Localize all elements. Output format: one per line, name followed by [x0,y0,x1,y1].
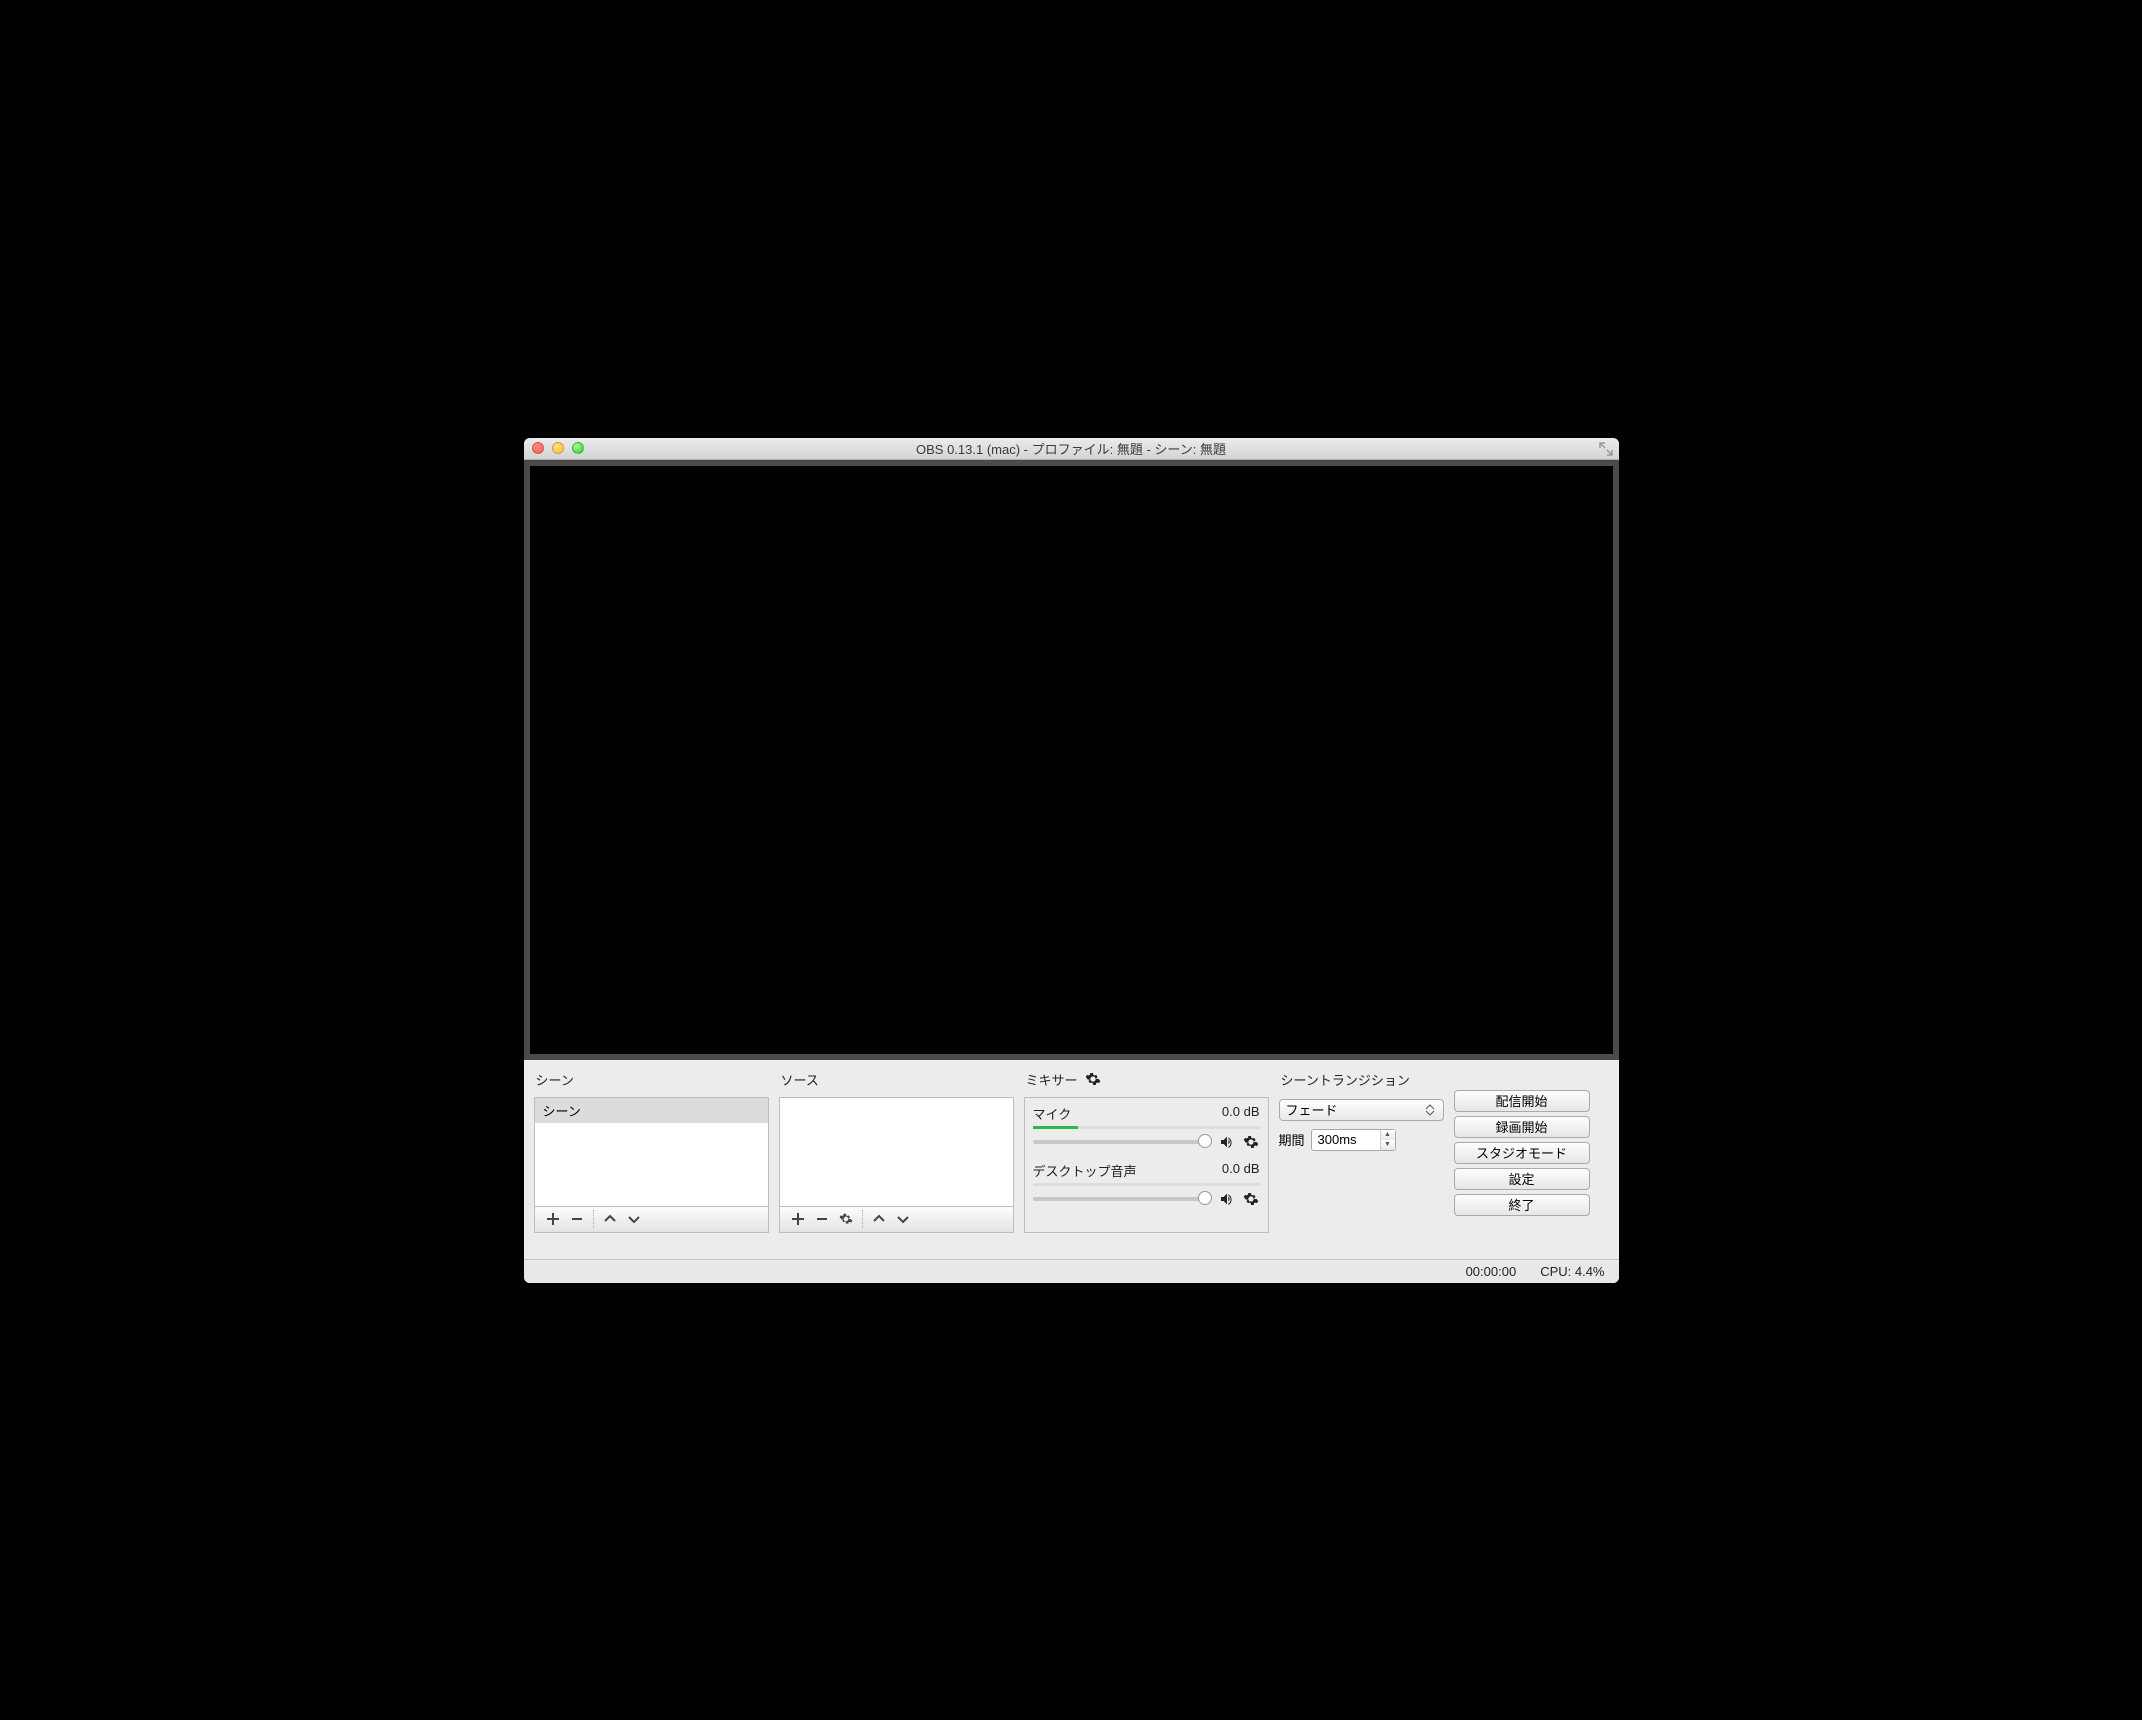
start-recording-button[interactable]: 録画開始 [1454,1116,1590,1138]
settings-button[interactable]: 設定 [1454,1168,1590,1190]
desktop-mute-icon[interactable] [1218,1190,1236,1208]
app-window: OBS 0.13.1 (mac) - プロファイル: 無題 - シーン: 無題 … [524,438,1619,1283]
zoom-window-button[interactable] [572,442,584,454]
statusbar: 00:00:00 CPU: 4.4% [524,1259,1619,1283]
duration-input[interactable] [1312,1132,1380,1147]
scenes-toolbar [534,1207,769,1233]
spin-down-button[interactable]: ▼ [1381,1140,1395,1150]
desktop-settings-icon[interactable] [1242,1190,1260,1208]
preview-canvas[interactable] [530,466,1613,1054]
desktop-volume-slider[interactable] [1033,1197,1212,1201]
mixer-header: ミキサー [1024,1066,1269,1097]
mic-volume-slider[interactable] [1033,1140,1212,1144]
duration-spinbox[interactable]: ▲ ▼ [1311,1129,1396,1151]
mic-meter [1033,1126,1260,1129]
window-title: OBS 0.13.1 (mac) - プロファイル: 無題 - シーン: 無題 [524,439,1619,458]
list-item[interactable]: シーン [535,1098,768,1123]
transitions-header: シーントランジション [1279,1066,1444,1097]
mic-settings-icon[interactable] [1242,1133,1260,1151]
sources-toolbar [779,1207,1014,1233]
mixer-channel-desktop: デスクトップ音声 0.0 dB [1033,1161,1260,1208]
close-window-button[interactable] [532,442,544,454]
remove-source-button[interactable] [810,1207,834,1231]
controls-panel: 配信開始 録画開始 スタジオモード 設定 終了 [1454,1066,1609,1255]
mixer-settings-icon[interactable] [1084,1070,1102,1088]
source-properties-button[interactable] [834,1207,858,1231]
mic-mute-icon[interactable] [1218,1133,1236,1151]
spin-up-button[interactable]: ▲ [1381,1130,1395,1140]
move-source-down-button[interactable] [891,1207,915,1231]
transitions-panel: シーントランジション フェード 期間 [1279,1066,1444,1255]
mixer-channel-name: マイク [1033,1104,1072,1123]
traffic-lights [532,442,584,454]
remove-scene-button[interactable] [565,1207,589,1231]
transition-select[interactable]: フェード [1279,1099,1444,1121]
mixer-body: マイク 0.0 dB デスクトップ音声 0.0 dB [1024,1097,1269,1233]
minimize-window-button[interactable] [552,442,564,454]
bottom-panel: シーン シーン ソース [524,1060,1619,1283]
status-cpu: CPU: 4.4% [1540,1264,1604,1279]
studio-mode-button[interactable]: スタジオモード [1454,1142,1590,1164]
move-scene-down-button[interactable] [622,1207,646,1231]
mixer-channel-level: 0.0 dB [1222,1161,1260,1180]
move-source-up-button[interactable] [867,1207,891,1231]
sources-header: ソース [779,1066,1014,1097]
select-arrows-icon [1425,1100,1439,1120]
slider-thumb[interactable] [1198,1134,1212,1148]
status-time: 00:00:00 [1466,1264,1517,1279]
add-source-button[interactable] [786,1207,810,1231]
sources-listbox[interactable] [779,1097,1014,1207]
exit-button[interactable]: 終了 [1454,1194,1590,1216]
start-streaming-button[interactable]: 配信開始 [1454,1090,1590,1112]
titlebar: OBS 0.13.1 (mac) - プロファイル: 無題 - シーン: 無題 [524,438,1619,460]
mixer-panel: ミキサー マイク 0.0 dB [1024,1066,1269,1255]
scenes-header: シーン [534,1066,769,1097]
desktop-meter [1033,1183,1260,1186]
scenes-panel: シーン シーン [534,1066,769,1255]
mixer-title: ミキサー [1026,1070,1078,1089]
mixer-channel-name: デスクトップ音声 [1033,1161,1137,1180]
sources-panel: ソース [779,1066,1014,1255]
mixer-channel-level: 0.0 dB [1222,1104,1260,1123]
mixer-channel-mic: マイク 0.0 dB [1033,1104,1260,1151]
fullscreen-icon[interactable] [1599,442,1613,456]
transition-selected: フェード [1286,1100,1338,1119]
move-scene-up-button[interactable] [598,1207,622,1231]
preview-area [524,460,1619,1060]
duration-label: 期間 [1279,1130,1305,1149]
add-scene-button[interactable] [541,1207,565,1231]
scenes-listbox[interactable]: シーン [534,1097,769,1207]
slider-thumb[interactable] [1198,1191,1212,1205]
